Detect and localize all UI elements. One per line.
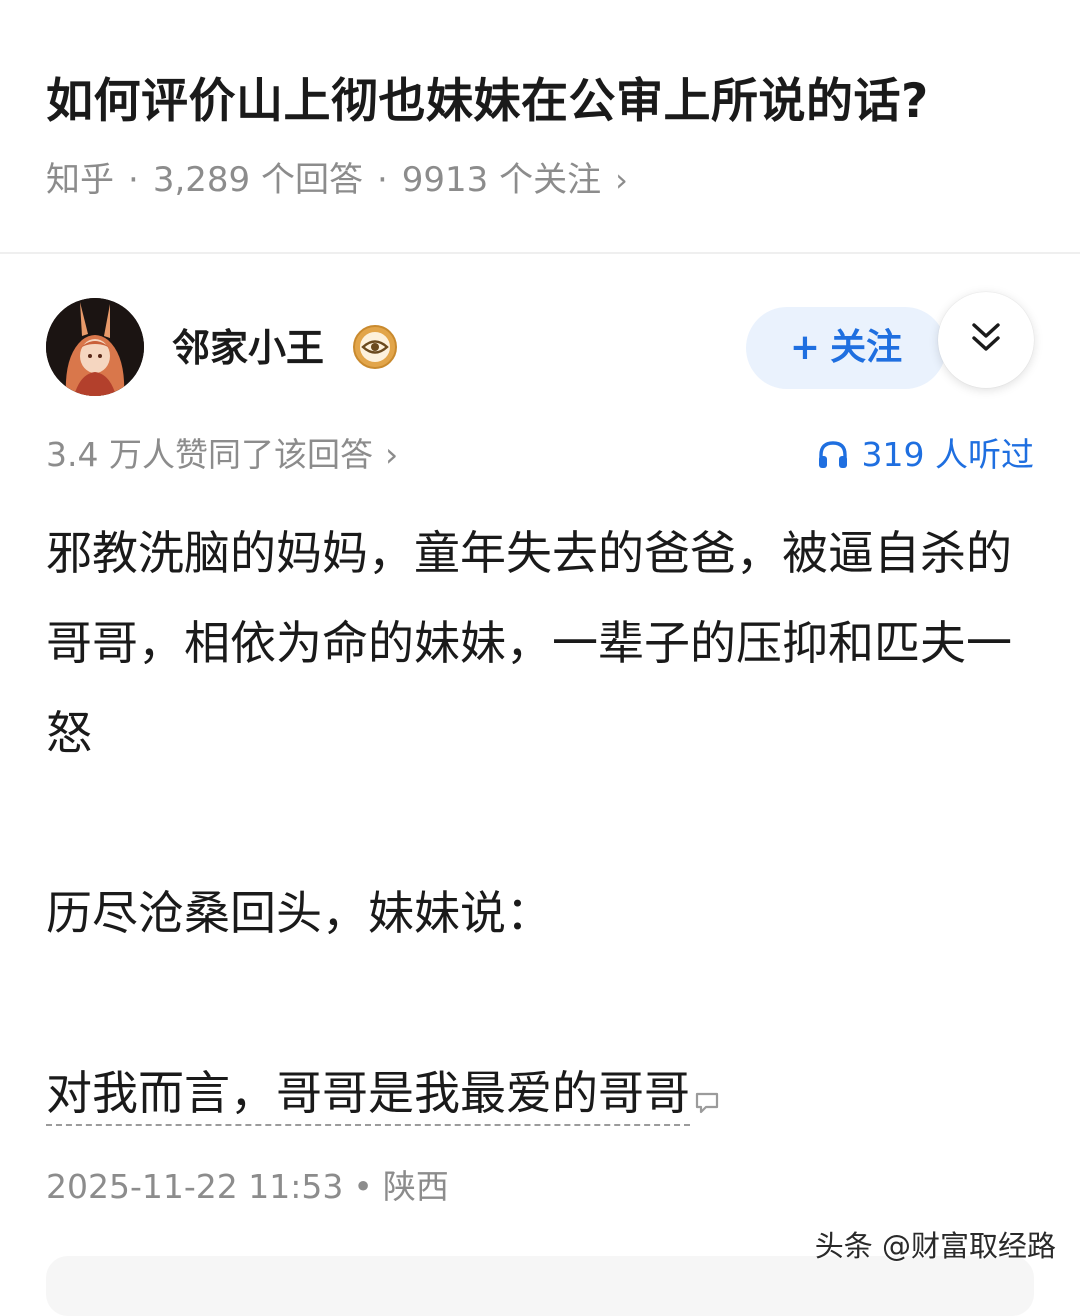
question-title[interactable]: 如何评价山上彻也妹妹在公审上所说的话?	[46, 70, 929, 134]
double-chevron-down-icon	[972, 323, 1000, 351]
answer-paragraph: 邪教洗脑的妈妈，童年失去的爸爸，被逼自杀的哥哥，相依为命的妹妹，一辈子的压抑和匹…	[46, 526, 1012, 760]
avatar-image	[46, 298, 144, 396]
question-meta[interactable]: 知乎 · 3,289 个回答 · 9913 个关注 ›	[46, 156, 628, 204]
separator-dot: •	[353, 1167, 373, 1206]
answer-count: 3,289 个回答	[152, 160, 363, 200]
highlighted-quote[interactable]: 对我而言，哥哥是我最爱的哥哥	[46, 1066, 690, 1126]
answer-paragraph-quote: 对我而言，哥哥是我最爱的哥哥	[46, 1048, 1036, 1138]
chevron-right-icon: ›	[615, 161, 628, 199]
headphones-icon	[818, 441, 847, 468]
post-location: 陕西	[382, 1167, 449, 1206]
question-source: 知乎	[46, 160, 114, 200]
watermark: 头条 @财富取经路	[814, 1229, 1056, 1263]
divider	[0, 252, 1080, 254]
follow-label: 关注	[830, 327, 903, 368]
answer-body: 邪教洗脑的妈妈，童年失去的爸爸，被逼自杀的哥哥，相依为命的妹妹，一辈子的压抑和匹…	[46, 508, 1036, 1138]
separator-dot: ·	[376, 160, 388, 200]
author-name[interactable]: 邻家小王	[172, 322, 324, 374]
listen-count: 319 人听过	[861, 435, 1034, 474]
chevron-right-icon: ›	[384, 435, 399, 474]
post-meta: 2025-11-22 11:53 • 陕西	[46, 1164, 449, 1210]
listen-button[interactable]: 319 人听过	[816, 432, 1034, 478]
post-datetime: 2025-11-22 11:53	[46, 1167, 344, 1206]
upvote-count: 3.4 万人赞同了该回答	[46, 435, 373, 474]
expand-button[interactable]	[938, 292, 1034, 388]
follow-button[interactable]: + 关注	[746, 307, 946, 389]
upvote-summary[interactable]: 3.4 万人赞同了该回答 ›	[46, 432, 398, 478]
avatar[interactable]	[46, 298, 144, 396]
comment-bubble-icon[interactable]	[694, 1054, 720, 1114]
plus-icon: +	[789, 327, 821, 368]
eye-badge-icon	[352, 324, 398, 370]
follower-count: 9913 个关注	[401, 160, 602, 200]
answer-paragraph: 历尽沧桑回头，妹妹说：	[46, 886, 552, 940]
next-card[interactable]	[46, 1256, 1034, 1316]
separator-dot: ·	[128, 160, 139, 200]
